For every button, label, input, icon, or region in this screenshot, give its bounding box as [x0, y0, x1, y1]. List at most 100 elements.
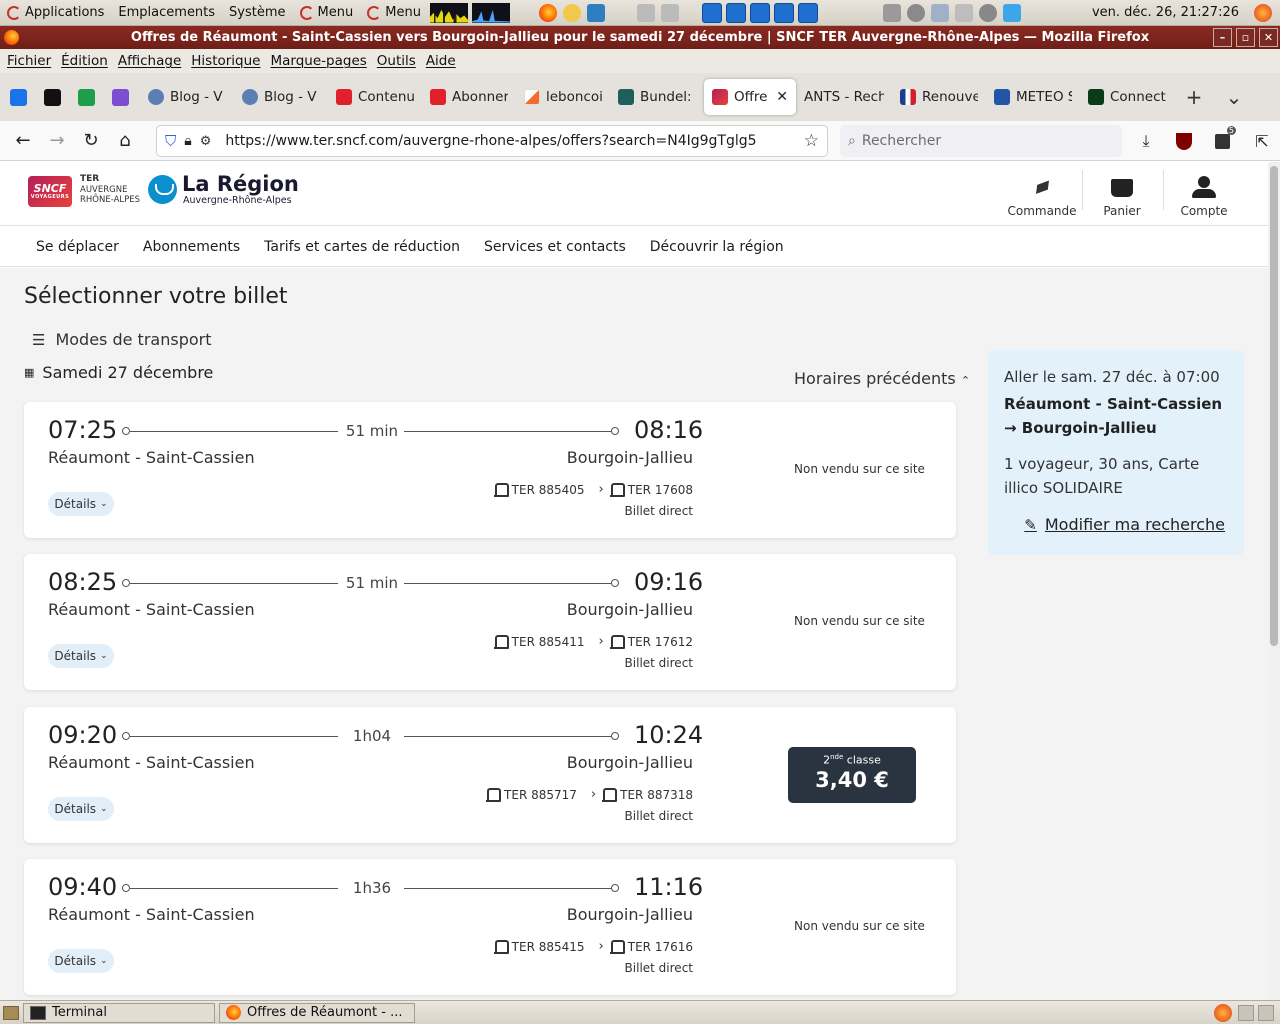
- network-monitor[interactable]: [471, 2, 510, 23]
- taskbar-firefox[interactable]: Offres de Réaumont - ...: [219, 1002, 415, 1023]
- journey-card[interactable]: 08:25 51 min 09:16 Réaumont - Saint-Cassien…: [24, 554, 956, 690]
- firefox-tray-icon[interactable]: [1214, 1003, 1232, 1022]
- maximize-button[interactable]: ▫: [1236, 28, 1255, 47]
- menu-affichage[interactable]: Affichage: [113, 53, 186, 69]
- tab-contenu[interactable]: Contenu: [328, 79, 422, 115]
- tab-abonner[interactable]: Abonner: [422, 79, 516, 115]
- places-menu[interactable]: Emplacements: [111, 0, 222, 26]
- page-scrollbar[interactable]: [1268, 162, 1280, 1000]
- forward-button[interactable]: →: [40, 124, 74, 158]
- show-desktop-icon[interactable]: [3, 1005, 19, 1020]
- extensions-icon[interactable]: 5: [1206, 125, 1238, 157]
- sleep-icon[interactable]: [1002, 3, 1021, 22]
- menu-aide[interactable]: Aide: [421, 53, 461, 69]
- menu-launcher-2[interactable]: Menu: [360, 0, 428, 26]
- details-button[interactable]: Détails ⌄: [48, 797, 114, 821]
- printer-icon[interactable]: [636, 3, 655, 22]
- tab-bundel[interactable]: Bundel:: [610, 79, 704, 115]
- tab-blog-2[interactable]: Blog - V: [234, 79, 328, 115]
- sncf-logo[interactable]: SNCF VOYAGEURS: [28, 176, 72, 207]
- url-bar[interactable]: ⛉ 🔒︎ ⚙ https://www.ter.sncf.com/auvergne…: [156, 125, 828, 157]
- system-menu[interactable]: Système: [222, 0, 292, 26]
- minimize-button[interactable]: –: [1213, 28, 1232, 47]
- workspace-4-icon[interactable]: [773, 2, 794, 23]
- applications-menu[interactable]: Applications: [0, 0, 111, 26]
- downloads-icon[interactable]: ⤓: [1130, 125, 1162, 157]
- subnav-decouvrir[interactable]: Découvrir la région: [638, 239, 796, 255]
- tab-offres[interactable]: Offres ✕: [704, 79, 796, 115]
- trash-icon[interactable]: [1258, 1004, 1274, 1021]
- details-button[interactable]: Détails ⌄: [48, 949, 114, 973]
- menu-historique[interactable]: Historique: [186, 53, 265, 69]
- tab-renouve[interactable]: Renouve: [892, 79, 986, 115]
- timeline: [130, 888, 338, 889]
- workspace-3-icon[interactable]: [749, 2, 770, 23]
- compte-button[interactable]: Compte: [1176, 162, 1232, 218]
- tab-meteo[interactable]: METEO S: [986, 79, 1080, 115]
- display-icon[interactable]: [882, 3, 901, 22]
- subnav-tarifs[interactable]: Tarifs et cartes de réduction: [252, 239, 472, 255]
- price-button[interactable]: 2nde classe 3,40 €: [788, 747, 916, 803]
- subnav-abonnements[interactable]: Abonnements: [131, 239, 252, 255]
- firefox-launcher-icon[interactable]: [538, 3, 557, 22]
- volume-icon[interactable]: [906, 3, 925, 22]
- menu-fichier[interactable]: Fichier: [2, 53, 56, 69]
- region-name[interactable]: La Région: [182, 172, 299, 196]
- lock-icon[interactable]: 🔒︎: [184, 133, 191, 149]
- pinned-tab-h[interactable]: [106, 81, 134, 113]
- subnav-se-deplacer[interactable]: Se déplacer: [24, 239, 131, 255]
- journey-card[interactable]: 09:20 1h04 10:24 Réaumont - Saint-Cassien Bo…: [24, 707, 956, 843]
- workspace-5-icon[interactable]: [797, 2, 818, 23]
- tab-list-chevron-icon[interactable]: ⌄: [1214, 79, 1254, 115]
- workspace-switcher-icon[interactable]: [1238, 1004, 1254, 1021]
- modify-search-link[interactable]: ✎ Modifier ma recherche: [1024, 515, 1225, 534]
- region-logo-icon[interactable]: [148, 175, 177, 204]
- tab-blog-1[interactable]: Blog - V: [140, 79, 234, 115]
- menu-edition[interactable]: Édition: [56, 53, 113, 69]
- taskbar-terminal[interactable]: Terminal: [23, 1002, 215, 1023]
- details-button[interactable]: Détails ⌄: [48, 492, 114, 516]
- shield-icon[interactable]: ⛉: [165, 132, 176, 150]
- search-tray-icon[interactable]: [930, 3, 949, 22]
- bookmark-star-icon[interactable]: ☆: [804, 131, 819, 151]
- search-bar[interactable]: ⌕ Rechercher: [840, 125, 1122, 157]
- menu-launcher-1[interactable]: Menu: [293, 0, 361, 26]
- panier-button[interactable]: Panier: [1098, 162, 1146, 218]
- reload-button[interactable]: ↻: [74, 124, 108, 158]
- transport-modes-button[interactable]: ☰ Modes de transport: [32, 330, 211, 349]
- permissions-icon[interactable]: ⚙: [200, 134, 212, 149]
- code-editor-icon[interactable]: [586, 3, 605, 22]
- printer-icon[interactable]: [660, 3, 679, 22]
- close-window-button[interactable]: ✕: [1259, 28, 1278, 47]
- battery-icon[interactable]: [954, 3, 973, 22]
- commande-button[interactable]: ▰ Commande: [1007, 162, 1076, 218]
- clock[interactable]: ven. déc. 26, 21:27:26: [1092, 5, 1251, 20]
- subnav-services[interactable]: Services et contacts: [472, 239, 638, 255]
- firefox-tray-icon[interactable]: [1254, 3, 1272, 22]
- sound-icon[interactable]: [978, 3, 997, 22]
- menu-outils[interactable]: Outils: [372, 53, 421, 69]
- back-button[interactable]: ←: [6, 124, 40, 158]
- tab-leboncoin[interactable]: leboncoi: [516, 79, 610, 115]
- workspace-1-icon[interactable]: [701, 2, 722, 23]
- ublock-icon[interactable]: [1168, 125, 1200, 157]
- journey-card[interactable]: 07:25 51 min 08:16 Réaumont - Saint-Cassien…: [24, 402, 956, 538]
- app-launcher-icon[interactable]: [562, 3, 581, 22]
- url-text[interactable]: https://www.ter.sncf.com/auvergne-rhone-…: [225, 133, 757, 149]
- pinned-tab-calendar[interactable]: [4, 81, 32, 113]
- pinned-tab-sheets[interactable]: [72, 81, 100, 113]
- previous-schedules-button[interactable]: Horaires précédents ⌃: [794, 369, 970, 388]
- tab-ants[interactable]: ANTS - Rech: [796, 79, 892, 115]
- close-tab-icon[interactable]: ✕: [776, 89, 788, 105]
- details-button[interactable]: Détails ⌄: [48, 644, 114, 668]
- journey-card[interactable]: 09:40 1h36 11:16 Réaumont - Saint-Cassien Bo…: [24, 859, 956, 995]
- pinned-tab-m[interactable]: [38, 81, 66, 113]
- home-button[interactable]: ⌂: [108, 124, 142, 158]
- workspace-2-icon[interactable]: [725, 2, 746, 23]
- share-icon[interactable]: ⇱: [1246, 125, 1278, 157]
- scrollbar-thumb[interactable]: [1270, 166, 1278, 646]
- tab-connect[interactable]: Connect: [1080, 79, 1174, 115]
- cpu-monitor[interactable]: [429, 2, 468, 23]
- new-tab-button[interactable]: +: [1174, 79, 1214, 115]
- menu-marque-pages[interactable]: Marque-pages: [266, 53, 372, 69]
